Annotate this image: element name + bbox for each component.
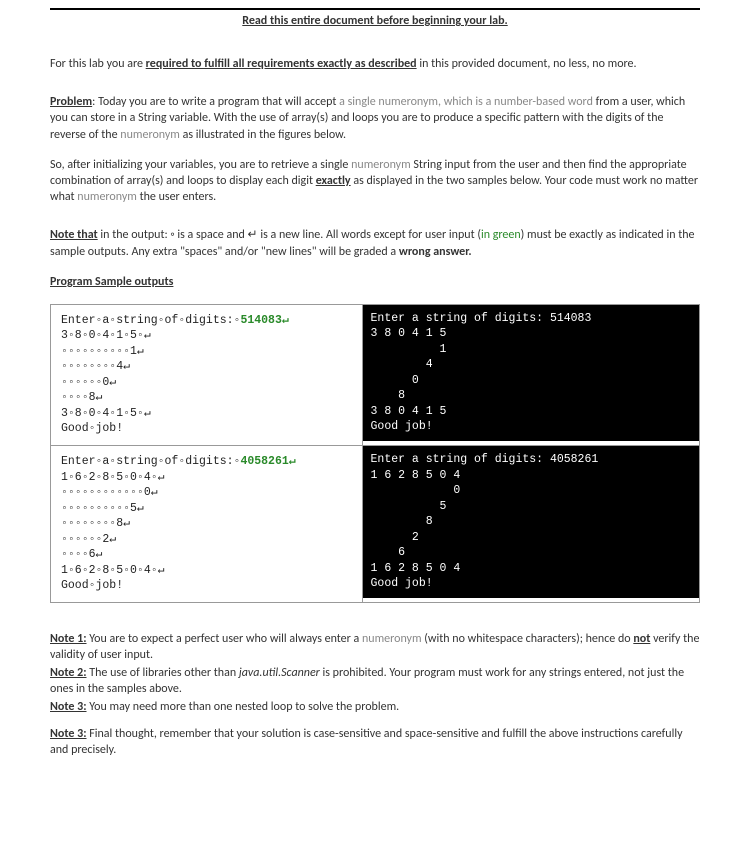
n1-a: in the output: ◦ is a space and ↵ is a n…: [98, 228, 481, 242]
sample1-left-cell: Enter◦a◦string◦of◦digits:◦514083↵ 3◦8◦0◦…: [51, 304, 363, 445]
sample2-left-cell: Enter◦a◦string◦of◦digits:◦4058261↵ 1◦6◦2…: [51, 446, 363, 603]
s1l-prefix: Enter◦a◦string◦of◦digits:◦: [61, 314, 240, 327]
sample-row-1: Enter◦a◦string◦of◦digits:◦514083↵ 3◦8◦0◦…: [51, 304, 700, 445]
p1-a: : Today you are to write a program that …: [92, 95, 339, 109]
note1-c: (with no whitespace characters); hence d…: [422, 632, 634, 646]
note-paragraph: Note that in the output: ◦ is a space an…: [50, 227, 700, 259]
sample1-console: Enter a string of digits: 514083 3 8 0 4…: [363, 305, 699, 441]
note-that-label: Note that: [50, 228, 98, 242]
note1-numeronym: numeronym: [362, 632, 422, 646]
s2l-prefix: Enter◦a◦string◦of◦digits:◦: [61, 455, 240, 468]
intro-pre: For this lab you are: [50, 57, 146, 71]
p2-numeronym-2: numeronym: [77, 190, 137, 204]
sample1-right-cell: Enter a string of digits: 514083 3 8 0 4…: [362, 304, 699, 445]
note-3b: Note 3: Final thought, remember that you…: [50, 726, 700, 758]
note2-a: The use of libraries other than: [87, 666, 239, 680]
note-1: Note 1: You are to expect a perfect user…: [50, 631, 700, 663]
note3-label: Note 3:: [50, 700, 87, 714]
s1l-input: 514083↵: [240, 314, 288, 327]
sample2-right-cell: Enter a string of digits: 4058261 1 6 2 …: [362, 446, 699, 603]
note2-scanner: java.util.Scanner: [239, 666, 320, 680]
note1-label: Note 1:: [50, 632, 87, 646]
notes-block: Note 1: You are to expect a perfect user…: [50, 631, 700, 716]
intro-paragraph: For this lab you are required to fulfill…: [50, 56, 700, 72]
p1-numeronym-def: a single numeronym, which is a number-ba…: [339, 95, 593, 109]
note1-a: You are to expect a perfect user who wil…: [87, 632, 362, 646]
n1-wrong-answer: wrong answer.: [399, 245, 472, 259]
sample-row-2: Enter◦a◦string◦of◦digits:◦4058261↵ 1◦6◦2…: [51, 446, 700, 603]
program-sample-outputs-label: Program Sample outputs: [50, 274, 700, 290]
p1-numeronym: numeronym: [120, 128, 180, 142]
p2-a: So, after initializing your variables, y…: [50, 158, 351, 172]
pso-label: Program Sample outputs: [50, 275, 173, 289]
note3b-a: Final thought, remember that your soluti…: [50, 727, 683, 757]
sample2-left-pre: Enter◦a◦string◦of◦digits:◦4058261↵ 1◦6◦2…: [51, 446, 362, 602]
note-2: Note 2: The use of libraries other than …: [50, 665, 700, 697]
note-3: Note 3: You may need more than one neste…: [50, 699, 700, 715]
problem-label: Problem: [50, 95, 92, 109]
samples-table: Enter◦a◦string◦of◦digits:◦514083↵ 3◦8◦0◦…: [50, 304, 700, 603]
top-rule: [50, 8, 700, 10]
main-heading: Read this entire document before beginni…: [50, 14, 700, 28]
s2l-input: 4058261↵: [240, 455, 295, 468]
p2-g: the user enters.: [137, 190, 216, 204]
problem-paragraph-1: Problem: Today you are to write a progra…: [50, 94, 700, 143]
document-page: Read this entire document before beginni…: [0, 0, 750, 851]
sample1-left-pre: Enter◦a◦string◦of◦digits:◦514083↵ 3◦8◦0◦…: [51, 305, 362, 445]
note3b-label: Note 3:: [50, 727, 87, 741]
n1-in-green: in green: [481, 228, 521, 242]
p2-exactly: exactly: [316, 174, 351, 188]
note3-a: You may need more than one nested loop t…: [87, 700, 400, 714]
s2l-body: 1◦6◦2◦8◦5◦0◦4◦↵ ◦◦◦◦◦◦◦◦◦◦◦◦0↵ ◦◦◦◦◦◦◦◦◦…: [61, 471, 165, 593]
intro-post: in this provided document, no less, no m…: [417, 57, 637, 71]
p2-numeronym-1: numeronym: [351, 158, 411, 172]
note2-label: Note 2:: [50, 666, 87, 680]
problem-paragraph-2: So, after initializing your variables, y…: [50, 157, 700, 206]
p1-e: as illustrated in the figures below.: [180, 128, 346, 142]
note1-not: not: [633, 632, 650, 646]
sample2-console: Enter a string of digits: 4058261 1 6 2 …: [363, 446, 699, 598]
s1l-body: 3◦8◦0◦4◦1◦5◦↵ ◦◦◦◦◦◦◦◦◦◦1↵ ◦◦◦◦◦◦◦◦4↵ ◦◦…: [61, 329, 151, 435]
intro-required: required to fulfill all requirements exa…: [146, 57, 417, 71]
